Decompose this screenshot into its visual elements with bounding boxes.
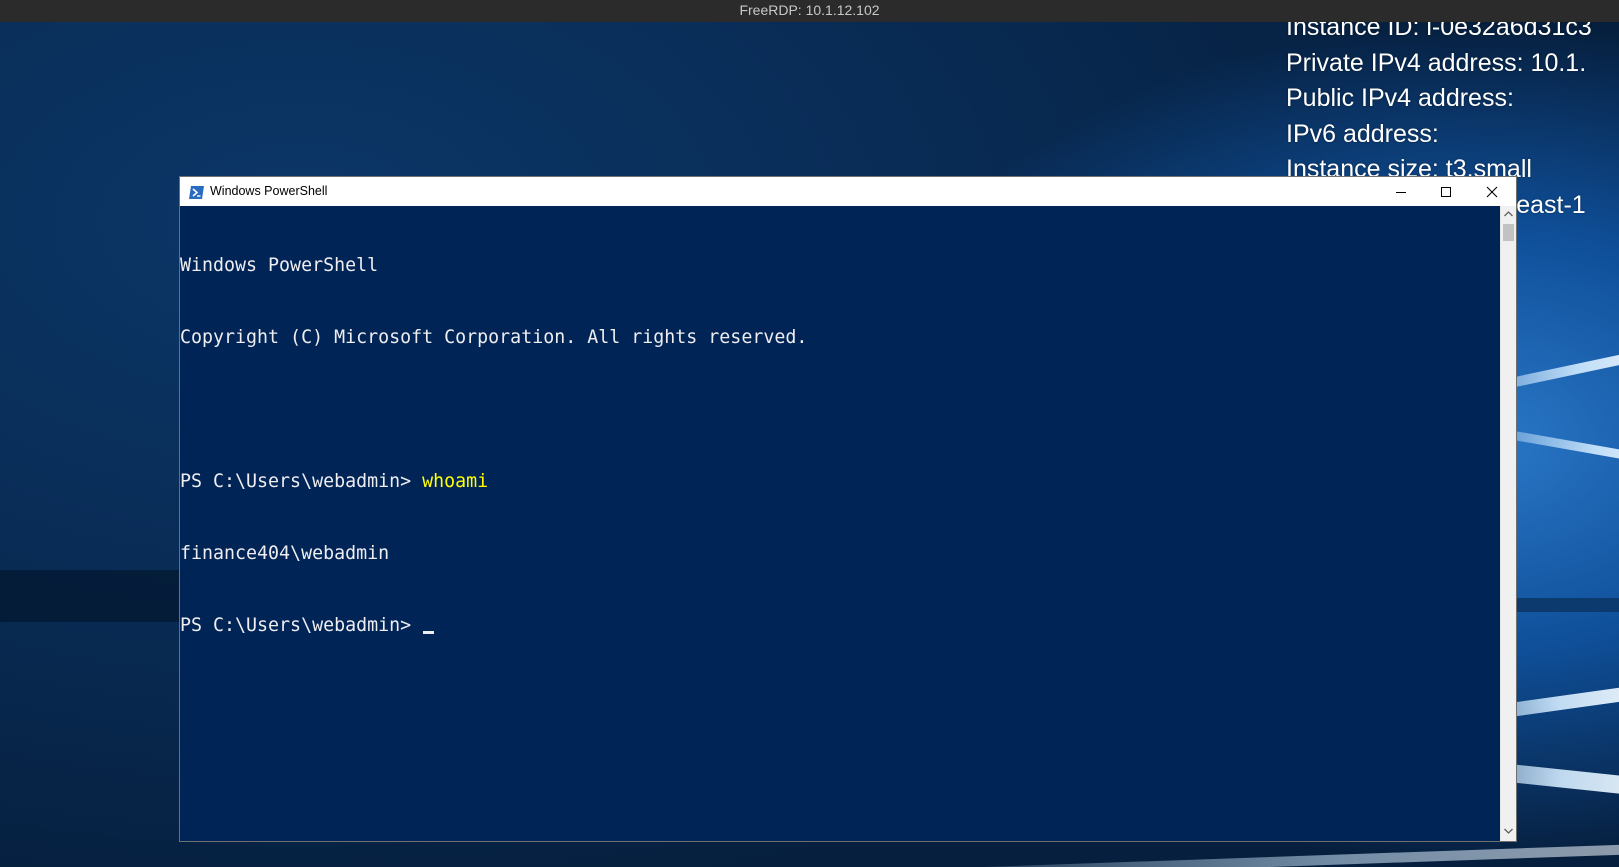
- instance-id-line: Instance ID: i-0e32a6d31c3: [1286, 22, 1592, 41]
- maximize-icon: [1441, 187, 1451, 197]
- maximize-button[interactable]: [1424, 177, 1469, 206]
- console-command: whoami: [422, 471, 489, 492]
- vertical-scrollbar[interactable]: [1500, 206, 1516, 841]
- private-ipv4-line: Private IPv4 address: 10.1.: [1286, 48, 1587, 77]
- public-ipv4-line: Public IPv4 address:: [1286, 84, 1514, 112]
- powershell-title-bar[interactable]: Windows PowerShell: [180, 177, 1516, 206]
- powershell-window[interactable]: Windows PowerShell Windows PowerShell Co…: [179, 176, 1517, 842]
- scrollbar-thumb[interactable]: [1503, 224, 1514, 241]
- console-banner: Windows PowerShell: [180, 255, 379, 276]
- ipv6-line: IPv6 address:: [1286, 119, 1439, 148]
- powershell-icon: [189, 184, 204, 199]
- minimize-icon: [1396, 192, 1406, 193]
- text-cursor: [423, 631, 435, 634]
- wallpaper-shadow: [0, 570, 180, 622]
- scroll-up-arrow-icon[interactable]: [1503, 210, 1514, 218]
- console-prompt: PS C:\Users\webadmin>: [180, 471, 423, 492]
- console-command-line: PS C:\Users\webadmin> whoami: [180, 470, 1500, 494]
- window-title: Windows PowerShell: [210, 184, 328, 198]
- screen: FreeRDP: 10.1.12.102 Instance ID: i-0e32…: [0, 0, 1619, 867]
- console-input-line[interactable]: PS C:\Users\webadmin>: [180, 614, 1500, 638]
- scroll-down-arrow-icon[interactable]: [1503, 827, 1514, 835]
- minimize-button[interactable]: [1379, 177, 1424, 206]
- close-button[interactable]: [1470, 177, 1515, 206]
- console-copyright: Copyright (C) Microsoft Corporation. All…: [180, 327, 808, 348]
- console-output[interactable]: Windows PowerShell Copyright (C) Microso…: [180, 206, 1500, 841]
- console-output-line: finance404\webadmin: [180, 543, 390, 564]
- rdp-title-bar[interactable]: FreeRDP: 10.1.12.102: [0, 0, 1619, 22]
- close-icon: [1486, 186, 1498, 198]
- rdp-title: FreeRDP: 10.1.12.102: [739, 2, 880, 18]
- wallpaper-strip: [1500, 598, 1619, 612]
- wallpaper-beam: [800, 842, 1619, 867]
- console-prompt: PS C:\Users\webadmin>: [180, 615, 423, 636]
